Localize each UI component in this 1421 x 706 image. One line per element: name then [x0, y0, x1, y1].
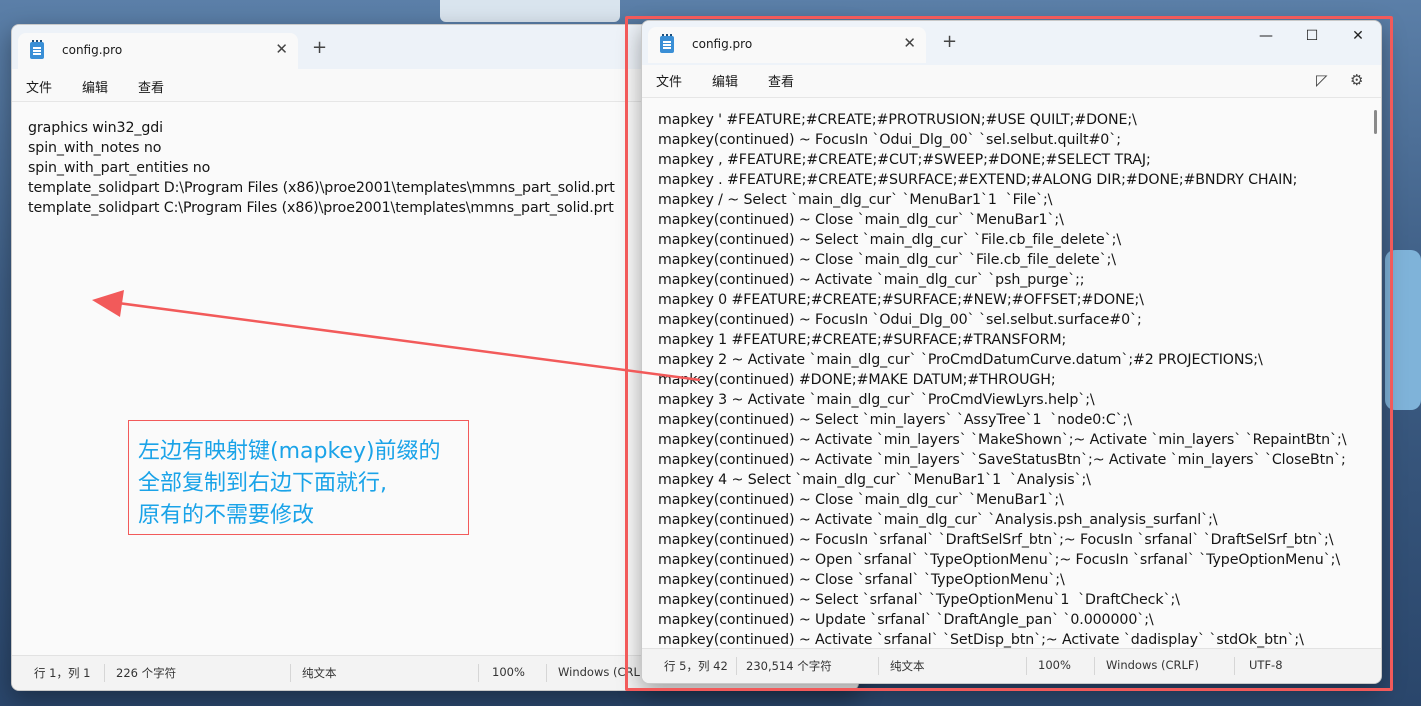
annotation-line: 全部复制到右边下面就行, — [138, 471, 387, 496]
arrow-head — [92, 290, 124, 317]
annotation-line: 原有的不需要修改 — [138, 503, 315, 528]
annotation-note: 左边有映射键(mapkey)前缀的 全部复制到右边下面就行, 原有的不需要修改 — [128, 420, 469, 535]
annotation-line: 左边有映射键(mapkey)前缀的 — [138, 439, 441, 464]
annotation-arrow — [92, 290, 701, 382]
arrow-shaft — [117, 301, 701, 382]
